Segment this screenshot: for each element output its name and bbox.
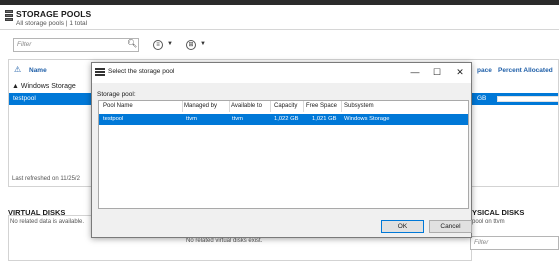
page-subtitle: All storage pools | 1 total bbox=[16, 20, 88, 27]
ok-button[interactable]: OK bbox=[381, 220, 424, 233]
grid-header-capacity[interactable]: Capacity bbox=[274, 103, 297, 109]
grid-column-divider bbox=[182, 101, 183, 112]
column-header-percent-allocated[interactable]: Percent Allocated bbox=[498, 67, 553, 74]
column-header-free-space[interactable]: pace bbox=[477, 67, 492, 74]
storage-pool-label: Storage pool: bbox=[97, 91, 136, 98]
group-view-icon[interactable]: ⊞ bbox=[186, 40, 196, 50]
virtual-disks-subtitle: No related data is available. bbox=[10, 219, 85, 225]
grid-cell-capacity: 1,022 GB bbox=[274, 116, 299, 122]
storage-pool-icon bbox=[5, 10, 13, 23]
physical-disks-title: YSICAL DISKS bbox=[472, 208, 525, 217]
last-refreshed-text: Last refreshed on 11/25/2 bbox=[12, 176, 80, 182]
grid-header-managed-by[interactable]: Managed by bbox=[184, 103, 217, 109]
grid-cell-subsystem: Windows Storage bbox=[344, 116, 390, 122]
grid-column-divider bbox=[303, 101, 304, 112]
percent-allocated-bar bbox=[497, 96, 559, 102]
pool-row-name: testpool bbox=[13, 95, 36, 102]
minimize-icon[interactable]: — bbox=[404, 64, 426, 80]
grid-cell-free-space: 1,021 GB bbox=[312, 116, 337, 122]
close-icon[interactable]: ✕ bbox=[449, 64, 471, 80]
grid-header-free-space[interactable]: Free Space bbox=[306, 103, 337, 109]
warning-icon: ⚠ bbox=[14, 65, 22, 74]
maximize-icon[interactable]: ☐ bbox=[426, 64, 448, 80]
search-icon[interactable]: 🔍︎ bbox=[127, 39, 137, 48]
header-divider bbox=[0, 29, 559, 30]
dialog-title: Select the storage pool bbox=[108, 68, 175, 75]
pool-group-label: Windows Storage bbox=[20, 83, 76, 90]
grid-header-subsystem[interactable]: Subsystem bbox=[344, 103, 374, 109]
storage-pool-icon bbox=[95, 68, 105, 77]
grid-header-pool-name[interactable]: Pool Name bbox=[103, 103, 133, 109]
collapse-arrow-icon[interactable]: ▲ bbox=[12, 83, 19, 90]
group-view-dropdown-icon[interactable]: ▼ bbox=[200, 41, 206, 47]
virtual-disks-empty-text: No related virtual disks exist. bbox=[186, 238, 263, 244]
list-view-icon[interactable]: ≡ bbox=[153, 40, 163, 50]
grid-column-divider bbox=[229, 101, 230, 112]
physical-disks-subtitle: pool on ttvm bbox=[472, 219, 505, 225]
grid-cell-managed-by: ttvm bbox=[186, 116, 197, 122]
column-header-name[interactable]: Name bbox=[29, 67, 47, 74]
grid-column-divider bbox=[270, 101, 271, 112]
top-strip bbox=[0, 0, 559, 5]
grid-cell-pool-name: testpool bbox=[103, 116, 124, 122]
grid-cell-available-to: ttvm bbox=[232, 116, 243, 122]
grid-header-available-to[interactable]: Available to bbox=[231, 103, 262, 109]
pool-filter-input[interactable] bbox=[13, 38, 139, 52]
pool-group-header[interactable]: ▲ Windows Storage bbox=[12, 83, 76, 90]
list-view-dropdown-icon[interactable]: ▼ bbox=[167, 41, 173, 47]
grid-column-divider bbox=[341, 101, 342, 112]
pool-row-free-space: GB bbox=[477, 95, 487, 102]
page-title: STORAGE POOLS bbox=[16, 9, 92, 19]
cancel-button[interactable]: Cancel bbox=[429, 220, 472, 233]
pool-filter-placeholder: Filter bbox=[17, 41, 32, 48]
physical-disks-filter-placeholder: Filter bbox=[474, 239, 489, 246]
